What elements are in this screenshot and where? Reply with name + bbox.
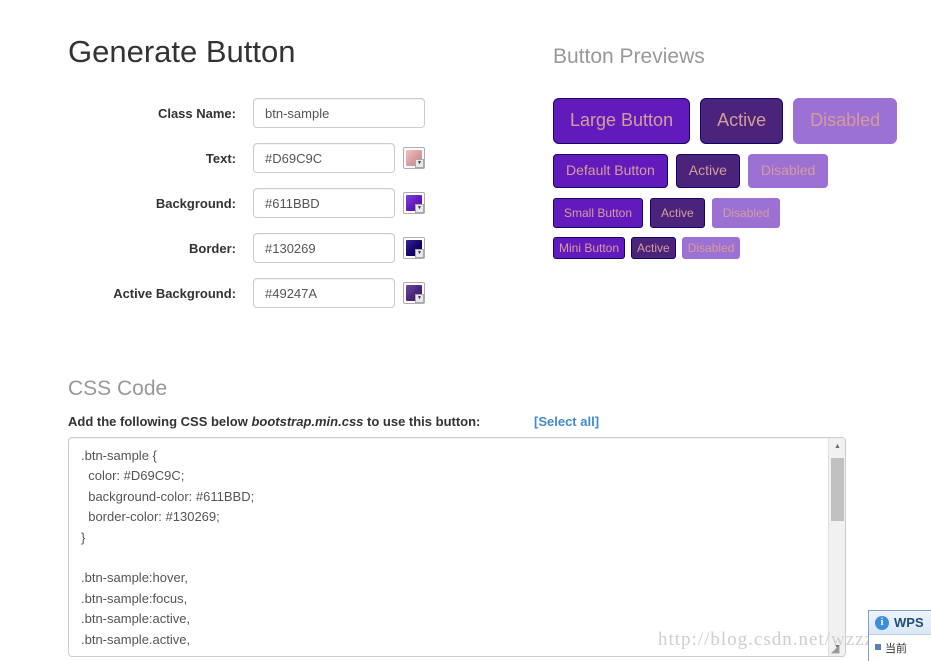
label-class-name: Class Name: (157, 105, 236, 121)
info-icon: i (875, 615, 889, 630)
chevron-down-icon: ▼ (415, 159, 424, 168)
preview-button-small-normal[interactable]: Small Button (553, 198, 644, 228)
text-color-input[interactable] (253, 143, 395, 173)
css-code-scrollbar[interactable]: ▲ ▼ (828, 438, 845, 656)
chevron-down-icon: ▼ (415, 294, 424, 303)
preview-button-mini-active[interactable]: Active (631, 237, 676, 259)
wps-popup-message: 当前 (885, 643, 907, 655)
preview-button-default-disabled: Disabled (747, 154, 829, 188)
preview-row-large: Large Button Active Disabled (553, 98, 898, 144)
label-text-color: Text: (205, 150, 236, 166)
preview-button-small-disabled: Disabled (711, 198, 781, 228)
class-name-input[interactable] (253, 98, 425, 128)
css-help-suffix: to use this button: (363, 414, 481, 429)
border-color-swatch-button[interactable]: ▼ (403, 237, 425, 259)
preview-button-mini-disabled: Disabled (681, 237, 741, 259)
preview-button-large-disabled: Disabled (793, 98, 898, 144)
background-color-swatch-button[interactable]: ▼ (403, 192, 425, 214)
css-code-textarea[interactable]: .btn-sample { color: #D69C9C; background… (69, 438, 829, 648)
preview-button-small-active[interactable]: Active (650, 198, 705, 228)
bullet-icon (875, 644, 881, 650)
css-code-heading: CSS Code (68, 377, 168, 400)
label-active-background: Active Background: (113, 285, 236, 301)
chevron-down-icon: ▼ (415, 204, 424, 213)
page-title: Generate Button (68, 34, 296, 69)
label-border: Border: (189, 240, 236, 256)
preview-row-small: Small Button Active Disabled (553, 198, 781, 228)
border-color-input[interactable] (253, 233, 395, 263)
wps-popup-title: WPS (894, 615, 924, 630)
preview-button-large-active[interactable]: Active (700, 98, 784, 144)
button-previews-heading: Button Previews (553, 45, 705, 68)
wps-popup-header: i WPS (869, 611, 931, 635)
page-root: Generate Button Class Name: Text: ▼ Back… (0, 0, 931, 661)
scroll-up-arrow-icon[interactable]: ▲ (829, 438, 845, 455)
scrollbar-thumb[interactable] (831, 458, 844, 521)
form-row-border: Border: ▼ (68, 233, 425, 263)
select-all-link[interactable]: [Select all] (534, 414, 599, 429)
text-color-swatch-button[interactable]: ▼ (403, 147, 425, 169)
preview-row-mini: Mini Button Active Disabled (553, 237, 741, 259)
form-row-text-color: Text: ▼ (68, 143, 425, 173)
wps-popup-body: 当前 (869, 635, 931, 661)
preview-button-default-active[interactable]: Active (675, 154, 740, 188)
css-code-help-text: Add the following CSS below bootstrap.mi… (68, 414, 480, 429)
form-row-background: Background: ▼ (68, 188, 425, 218)
preview-button-mini-normal[interactable]: Mini Button (553, 237, 626, 259)
preview-button-large-normal[interactable]: Large Button (553, 98, 691, 144)
css-help-prefix: Add the following CSS below (68, 414, 252, 429)
preview-row-default: Default Button Active Disabled (553, 154, 829, 188)
active-background-color-input[interactable] (253, 278, 395, 308)
active-background-color-swatch-button[interactable]: ▼ (403, 282, 425, 304)
background-color-input[interactable] (253, 188, 395, 218)
watermark-url: http://blog.csdn.net/wzzz1 (658, 629, 885, 650)
form-row-class-name: Class Name: (68, 98, 425, 128)
label-background: Background: (155, 195, 236, 211)
preview-button-default-normal[interactable]: Default Button (553, 154, 668, 188)
css-code-textarea-container[interactable]: .btn-sample { color: #D69C9C; background… (68, 437, 846, 657)
css-help-filename: bootstrap.min.css (251, 414, 364, 429)
form-row-active-background: Active Background: ▼ (68, 278, 425, 308)
chevron-down-icon: ▼ (415, 249, 424, 258)
wps-notification-popup[interactable]: i WPS 当前 (868, 610, 931, 661)
